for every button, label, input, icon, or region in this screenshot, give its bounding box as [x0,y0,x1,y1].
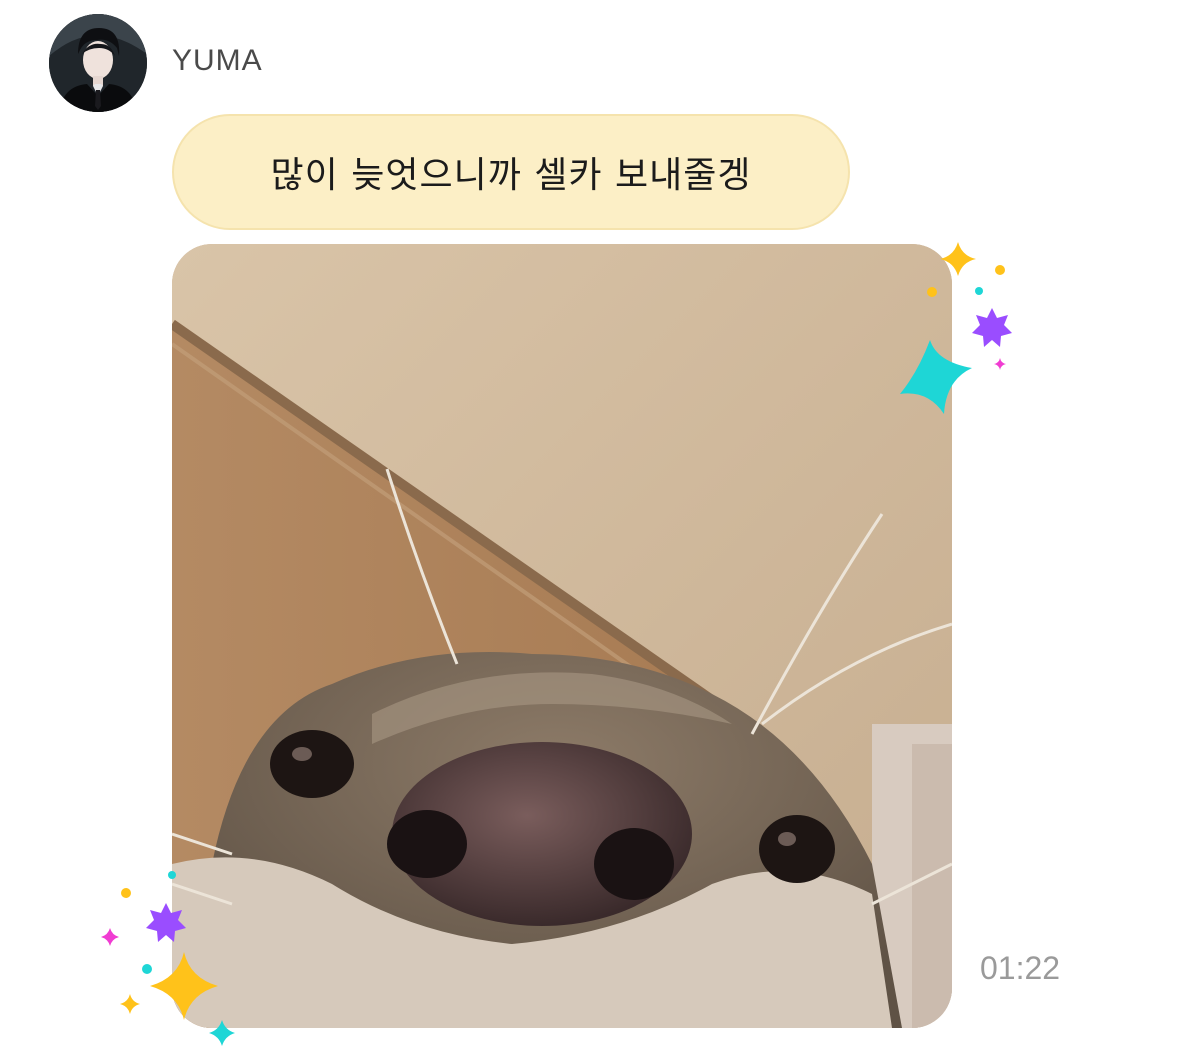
sparkle-icon [150,952,218,1020]
sparkle-icon [940,242,976,276]
dot-icon [142,964,152,974]
sparkle-icon [101,928,119,946]
dot-icon [995,265,1005,275]
burst-icon [146,903,186,942]
dot-icon [168,871,176,879]
sparkle-icon [994,358,1006,370]
sparkle-decoration [101,242,1012,1046]
star-icon [900,340,972,414]
sparkle-icon [120,994,140,1014]
dot-icon [975,287,983,295]
dot-icon [121,888,131,898]
sparkle-icon [209,1020,235,1046]
burst-icon [972,308,1012,347]
message-timestamp: 01:22 [980,950,1061,986]
dot-icon [927,287,937,297]
